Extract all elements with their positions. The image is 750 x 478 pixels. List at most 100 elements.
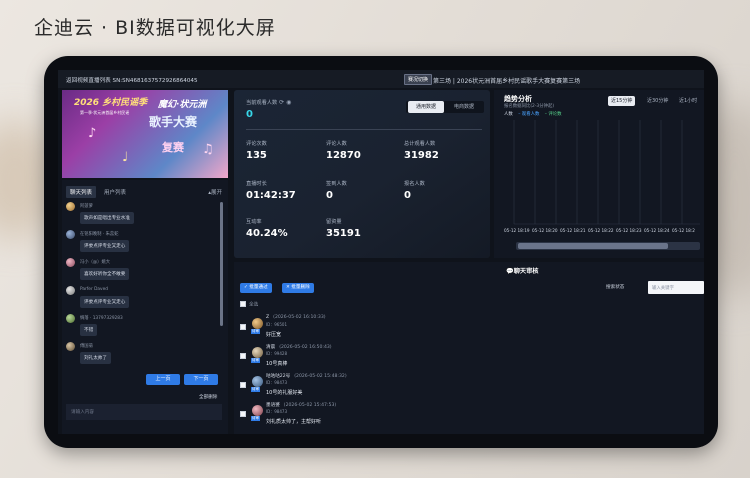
range-30min[interactable]: 近30分钟: [644, 96, 671, 106]
stat-value: 0: [326, 190, 333, 201]
x-tick-label: 05-12 18:22: [588, 228, 614, 233]
refresh-icon[interactable]: ⟳: [279, 99, 284, 106]
x-tick-label: 05-12 18:20: [532, 228, 558, 233]
chat-scrollbar[interactable]: [220, 202, 223, 326]
chat-bubble-icon: 💬: [506, 268, 514, 275]
status-badge: 待审: [251, 416, 260, 421]
chat-bubble: 喜欢好听你全不敢要: [80, 268, 130, 280]
chat-message: 傅国菊 刘礼太帅了: [66, 342, 216, 372]
banner-small: 第一季·状元洲首届乡村民谣: [80, 110, 130, 115]
stat-label: 互动率: [246, 219, 262, 225]
trend-chart: 05-12 18:19 05-12 18:20 05-12 18:21 05-1…: [504, 120, 700, 233]
top-bar: 返回视频直播列表 SN:SN4681637572926864045 赛况切换 第…: [58, 70, 704, 88]
filter-label: 搜索状态: [606, 285, 625, 290]
chat-message: 在铭阳晚制 · 朱蕊蛇 评委点评专业又走心: [66, 230, 216, 260]
eye-icon[interactable]: ◉: [286, 99, 291, 106]
chat-message: 冯小（@）姚大 喜欢好听你全不敢要: [66, 258, 216, 288]
stat-online: 当前观看人数 ⟳ ◉ 0: [246, 99, 291, 120]
status-badge: 待审: [251, 358, 260, 363]
review-user-name: Z: [266, 315, 270, 320]
expand-button[interactable]: ▴展开: [208, 188, 222, 196]
chat-bubble: 评委点评专业又走心: [80, 240, 130, 252]
avatar: [66, 342, 75, 351]
slider-thumb[interactable]: [518, 243, 668, 249]
x-tick-label: 05-12 18:21: [560, 228, 586, 233]
stat-item: 互动率 40.24%: [246, 218, 288, 239]
review-content: 好压宽: [266, 332, 282, 338]
review-item: 待审 咕咕咕22号 (2026-05-02 15:48:32) ID：98473 …: [240, 372, 540, 400]
review-id: ID：98473: [266, 380, 287, 385]
chat-panel: 聊天列表 用户列表 ▴展开 阿菠萝 歌声如是唱出专业水准 在铭阳晚制 · 朱蕊蛇…: [62, 180, 228, 434]
batch-delete-button[interactable]: ✕ 批量删除: [282, 283, 314, 293]
x-tick-label: 05-12 18:19: [504, 228, 530, 233]
x-tick-label: 05-12 18:2: [672, 228, 695, 233]
legend-item-viewers: – 观看人数: [518, 112, 540, 117]
delete-all-link[interactable]: 全部删除: [199, 394, 217, 400]
review-time: (2026-05-02 15:47:53): [283, 403, 337, 408]
chat-messages: 阿菠萝 歌声如是唱出专业水准 在铭阳晚制 · 朱蕊蛇 评委点评专业又走心 冯小（…: [66, 202, 216, 370]
chat-user-name: 傅国菊: [80, 344, 93, 349]
tab-chat-list[interactable]: 聊天列表: [66, 186, 97, 198]
event-title: 第三场 | 2026状元洲首届乡村民谣歌手大赛复赛第三场: [433, 78, 581, 85]
checkbox[interactable]: [240, 411, 246, 417]
batch-approve-button[interactable]: ✓ 批量通过: [240, 283, 272, 293]
chat-user-name: 阿菠萝: [80, 204, 93, 209]
tab-user-list[interactable]: 用户列表: [100, 186, 130, 198]
chat-message: 绸落 · 13797329283 不错: [66, 314, 216, 344]
next-page-button[interactable]: 下一页: [184, 374, 218, 385]
chat-input[interactable]: 请输入内容: [66, 404, 222, 420]
stat-value: 135: [246, 150, 267, 161]
chat-bubble: 不错: [80, 324, 98, 336]
stat-label: 当前观看人数: [246, 100, 278, 106]
switch-chip[interactable]: 赛况切换: [404, 74, 433, 85]
music-note-icon: ♪: [88, 126, 97, 141]
range-1hour[interactable]: 近1小时: [676, 96, 700, 106]
avatar: [252, 318, 263, 329]
checkbox[interactable]: [240, 301, 246, 307]
status-badge: 待审: [251, 329, 260, 334]
chat-message: 阿菠萝 歌声如是唱出专业水准: [66, 202, 216, 232]
toggle-ecommerce[interactable]: 电商数据: [446, 101, 482, 113]
trend-subtitle: 报名数据同比(2-3分钟起): [504, 104, 555, 109]
checkbox[interactable]: [240, 382, 246, 388]
legend-text: 观看人数: [521, 112, 540, 117]
left-column: 2026 乡村民谣季 第一季·状元洲首届乡村民谣 魔幻·状元洲 歌手大赛 复赛 …: [62, 90, 228, 434]
stat-label: 评论次数: [246, 141, 267, 147]
select-all[interactable]: 全选: [240, 301, 258, 308]
review-id: ID：98473: [266, 409, 287, 414]
select-all-label: 全选: [249, 302, 259, 308]
prev-page-button[interactable]: 上一页: [146, 374, 180, 385]
banner-line4: 复赛: [162, 141, 184, 154]
stat-label: 签到人数: [326, 181, 347, 187]
avatar: [66, 202, 75, 211]
chart-range-slider[interactable]: [516, 242, 700, 250]
chat-bubble: 刘礼太帅了: [80, 352, 111, 364]
status-badge: 待审: [251, 387, 260, 392]
review-time: (2026-05-02 15:48:32): [294, 374, 347, 379]
chat-user-name: 冯小（@）姚大: [80, 260, 111, 265]
review-title-text: 聊天审核: [513, 268, 539, 275]
stat-label: 直播时长: [246, 181, 267, 187]
checkbox[interactable]: [240, 324, 246, 330]
chat-bubble: 歌声如是唱出专业水准: [80, 212, 134, 224]
dashboard-screen: 返回视频直播列表 SN:SN4681637572926864045 赛况切换 第…: [58, 70, 704, 434]
x-tick-label: 05-12 18:23: [616, 228, 642, 233]
legend-text: 评论数: [548, 112, 562, 117]
trend-panel: 趋势分析 报名数据同比(2-3分钟起) 近15分钟 近30分钟 近1小时 人数 …: [494, 90, 704, 258]
toggle-general[interactable]: 通用数据: [408, 101, 444, 113]
keyword-input[interactable]: 输入关键字: [648, 281, 704, 294]
stats-divider: [246, 129, 482, 130]
chat-user-name: Parfer Daved: [80, 287, 108, 292]
review-user: 清晨 (2026-05-02 16:50:43): [266, 344, 332, 350]
stat-label: 留资量: [326, 219, 342, 225]
review-user: 咕咕咕22号 (2026-05-02 15:48:32): [266, 373, 347, 379]
review-user-name: 清晨: [266, 345, 276, 350]
stat-label: 报名人数: [404, 181, 425, 187]
range-15min[interactable]: 近15分钟: [608, 96, 636, 106]
checkbox[interactable]: [240, 353, 246, 359]
review-item: 待审 墨语婆 (2026-05-02 15:47:53) ID：98473 刘礼质…: [240, 401, 540, 429]
back-link[interactable]: 返回视频直播列表 SN:SN4681637572926864045: [66, 76, 198, 84]
stat-item: 报名人数 0: [404, 180, 425, 201]
music-note-icon: ♫: [202, 142, 214, 157]
chat-review-panel: 💬聊天审核 ✓ 批量通过 ✕ 批量删除 搜索状态 输入关键字 全选 待审 Z (2…: [234, 262, 704, 434]
